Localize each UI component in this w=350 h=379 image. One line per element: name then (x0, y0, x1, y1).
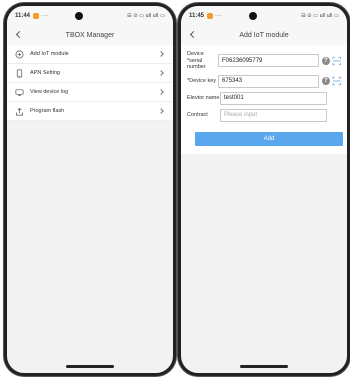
system-status-icons: ⊟ ⊙ ▭ ull ull ▭ (301, 12, 339, 19)
serial-number-row: Device *serial number F06236095779 ? (187, 51, 341, 71)
page-title: Add IoT module (239, 31, 289, 39)
camera-cutout (74, 11, 83, 20)
serial-number-label: Device *serial number (187, 51, 206, 70)
chevron-right-icon (159, 50, 165, 58)
nav-bar: Add IoT module (181, 25, 347, 45)
status-time: 11:45 (189, 12, 205, 19)
camera-cutout (248, 11, 257, 20)
status-dots: ··· (215, 12, 223, 19)
monitor-icon (15, 88, 24, 96)
device-key-row: *Device key 675343 ? (187, 74, 341, 88)
notification-icon (33, 12, 40, 19)
home-indicator[interactable] (66, 365, 114, 368)
plus-circle-icon (15, 50, 24, 58)
chevron-right-icon (159, 88, 165, 96)
notification-icon (207, 12, 214, 19)
device-key-label: *Device key (187, 77, 217, 84)
status-time: 11:44 (15, 12, 31, 19)
system-status-icons: ⊟ ⊙ ▭ ull ull ▭ (127, 12, 165, 19)
chevron-right-icon (159, 107, 165, 115)
elevator-name-field[interactable]: test001 (220, 91, 327, 105)
phone-right: 11:45 ··· ⊟ ⊙ ▭ ull ull ▭ Add IoT module… (178, 3, 350, 376)
menu-item-add-iot-module[interactable]: Add IoT module (7, 45, 173, 64)
menu-item-label: Program flash (30, 108, 65, 114)
home-indicator[interactable] (240, 365, 288, 368)
menu-item-label: APN Setting (30, 70, 60, 76)
serial-number-field[interactable]: F06236095779 (218, 54, 320, 68)
scan-icon[interactable] (332, 76, 341, 86)
menu-item-label: Add IoT module (30, 51, 69, 57)
contract-field[interactable]: Please input (220, 108, 327, 122)
back-icon[interactable] (15, 30, 23, 40)
phone-left: 11:44 ··· ⊟ ⊙ ▭ ull ull ▭ TBOX Manager A… (4, 3, 176, 376)
page-title: TBOX Manager (65, 31, 115, 39)
device-key-field[interactable]: 675343 (218, 74, 320, 88)
help-icon[interactable]: ? (322, 56, 330, 65)
status-bar: 11:44 ··· ⊟ ⊙ ▭ ull ull ▭ (7, 6, 173, 25)
status-dots: ··· (41, 12, 49, 19)
menu-item-program-flash[interactable]: Program flash (7, 102, 173, 121)
screen-add-iot-module: 11:45 ··· ⊟ ⊙ ▭ ull ull ▭ Add IoT module… (181, 6, 347, 373)
add-module-form: Device *serial number F06236095779 ? *De… (181, 45, 347, 154)
contract-row: Contract Please input (187, 108, 341, 122)
status-bar: 11:45 ··· ⊟ ⊙ ▭ ull ull ▭ (181, 6, 347, 25)
chevron-right-icon (159, 69, 165, 77)
phone-icon (16, 69, 23, 77)
menu-item-apn-setting[interactable]: APN Setting (7, 64, 173, 83)
screenshot-stage: 11:44 ··· ⊟ ⊙ ▭ ull ull ▭ TBOX Manager A… (0, 0, 350, 379)
menu-item-label: View device log (30, 89, 69, 95)
elevator-name-row: Elevtor name test001 (187, 91, 341, 105)
menu-item-view-device-log[interactable]: View device log (7, 83, 173, 102)
upload-icon (15, 107, 24, 115)
nav-bar: TBOX Manager (7, 25, 173, 45)
help-icon[interactable]: ? (322, 77, 330, 85)
scan-icon[interactable] (332, 56, 341, 66)
add-button[interactable]: Add (195, 131, 343, 146)
back-icon[interactable] (189, 30, 197, 40)
elevator-name-label: Elevtor name (187, 94, 220, 101)
menu-list: Add IoT module APN Setting View device l… (7, 45, 173, 121)
contract-label: Contract (187, 111, 208, 118)
screen-tbox-manager: 11:44 ··· ⊟ ⊙ ▭ ull ull ▭ TBOX Manager A… (7, 6, 173, 373)
